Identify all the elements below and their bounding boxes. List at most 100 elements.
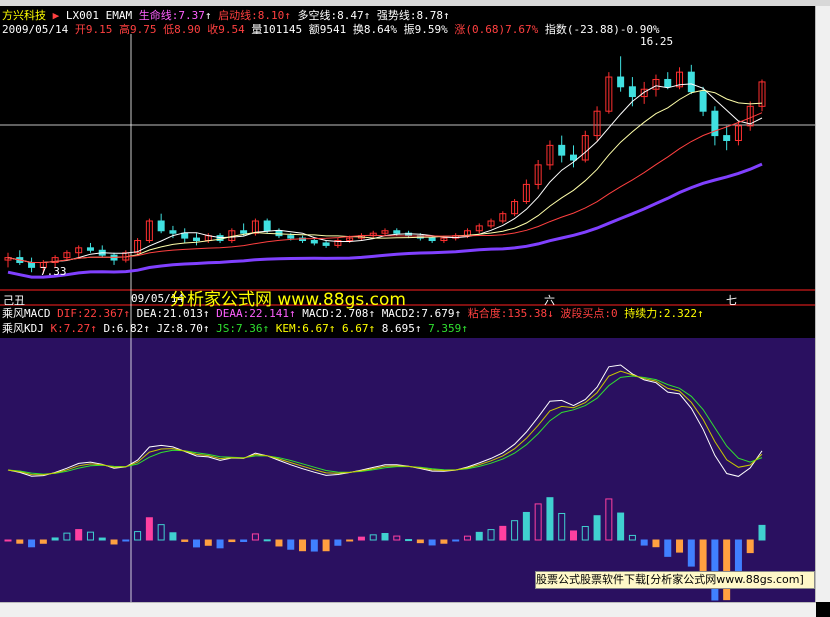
macd2-value: MACD2:7.679: [381, 307, 455, 320]
candle-body: [617, 76, 625, 88]
kdj-header: 乘风KDJ K:7.27↑ D:6.82↑ JZ:8.70↑ JS:7.36↑ …: [2, 322, 468, 335]
kdj-v1: 6.67: [341, 322, 369, 335]
ma-line-start: [7, 112, 763, 263]
histogram-bar: [51, 537, 59, 541]
histogram-bar: [499, 525, 507, 541]
macd-dif: DIF:22.367: [57, 307, 124, 320]
histogram-bar: [216, 539, 224, 549]
kdj-kem: KEM:6.67: [275, 322, 329, 335]
histogram-bar: [75, 529, 83, 541]
macd-band: 波段买点:0: [560, 307, 618, 320]
candle-body: [169, 230, 177, 234]
horizontal-scrollbar[interactable]: [0, 602, 816, 617]
candle-body: [275, 230, 283, 237]
candle-body: [193, 237, 200, 242]
date-axis-right: 七: [726, 294, 737, 307]
ma-line-strong: [7, 162, 763, 279]
kdj-jz: JZ:8.70: [156, 322, 203, 335]
kdj-v3: 7.359: [428, 322, 462, 335]
macd-header: 乘风MACD DIF:22.367↑ DEA:21.013↑ DEAA:22.1…: [2, 307, 704, 320]
kdj-js: JS:7.36: [216, 322, 263, 335]
histogram-bar: [240, 539, 248, 542]
histogram-bar: [405, 539, 413, 542]
histogram-bar: [181, 539, 189, 542]
histogram-bar: [4, 539, 12, 542]
histogram-bar: [263, 539, 271, 542]
histogram-bar: [416, 539, 424, 544]
macd-deaa: DEAA:22.141: [216, 307, 289, 320]
histogram-bar: [593, 515, 601, 541]
moving-average-lines: [7, 83, 763, 279]
histogram-bar: [16, 539, 24, 544]
histogram-bar: [98, 537, 106, 541]
kdj-k: K:7.27: [50, 322, 91, 335]
candle-body: [558, 144, 566, 156]
histogram-bar: [522, 511, 530, 541]
candle-body: [310, 240, 318, 244]
candle-body: [157, 220, 165, 232]
kdj-title[interactable]: 乘风KDJ: [2, 322, 44, 335]
macd-stick: 粘合度:135.38: [467, 307, 548, 320]
histogram-bar: [228, 539, 236, 543]
histogram-bar: [723, 539, 731, 601]
histogram-bar: [475, 531, 483, 541]
histogram-bar: [39, 539, 47, 544]
candle-body: [240, 230, 248, 234]
date-axis-mid: 六: [544, 294, 555, 307]
chart-canvas[interactable]: [0, 0, 816, 603]
low-price-label: 7.33: [40, 265, 67, 278]
date-axis-left: 己丑: [3, 294, 25, 307]
histogram-bar: [322, 539, 330, 552]
histogram-bar: [652, 539, 660, 548]
candle-body: [723, 135, 731, 141]
histogram-bar: [570, 530, 577, 541]
histogram-bar: [617, 512, 625, 541]
histogram-bar: [204, 539, 212, 546]
candle-body: [263, 220, 271, 232]
histogram-bar: [546, 497, 554, 541]
candle-body: [699, 91, 707, 112]
histogram-bar: [346, 539, 354, 542]
histogram-bar: [687, 539, 695, 567]
histogram-bar: [452, 539, 460, 542]
histogram-bar: [676, 539, 684, 553]
ad-banner[interactable]: 股票公式股票软件下载[分析家公式网www.88gs.com]: [535, 571, 815, 589]
histogram-bar: [334, 539, 342, 546]
histogram-bar: [122, 539, 130, 542]
histogram-bar: [287, 539, 295, 550]
histogram-bar: [145, 517, 153, 541]
candle-body: [181, 232, 189, 239]
histogram-bar: [381, 533, 389, 541]
candle-body: [664, 78, 672, 88]
histogram-bar: [28, 539, 36, 548]
high-price-label: 16.25: [640, 35, 674, 48]
histogram-bar: [169, 532, 177, 541]
macd-title[interactable]: 乘风MACD: [2, 307, 51, 320]
histogram-bar: [110, 539, 118, 545]
candle-body: [570, 154, 577, 161]
histogram-bar: [428, 539, 436, 546]
vertical-scrollbar[interactable]: [815, 6, 830, 602]
histogram-bar: [299, 539, 307, 552]
histogram-bar: [357, 536, 365, 541]
candle-body: [687, 71, 695, 93]
candle-body: [28, 261, 36, 268]
histogram-bar: [440, 539, 448, 544]
histogram-bar: [193, 539, 200, 548]
macd-dea: DEA:21.013: [136, 307, 203, 320]
macd-value: MACD:2.708: [302, 307, 369, 320]
histogram-bar: [310, 539, 318, 552]
histogram-bar: [664, 539, 672, 557]
candle-body: [287, 235, 295, 239]
histogram-bar: [711, 539, 719, 601]
histogram-bar: [640, 539, 648, 546]
kdj-d: D:6.82: [103, 322, 144, 335]
histogram-bar: [746, 539, 754, 554]
candle-body: [628, 86, 636, 98]
candle-body: [86, 247, 94, 251]
ma-line-mid: [7, 89, 763, 263]
candle-body: [393, 230, 401, 234]
candle-body: [428, 237, 436, 242]
histogram-bar: [758, 524, 766, 541]
kdj-v2: 8.695: [381, 322, 415, 335]
